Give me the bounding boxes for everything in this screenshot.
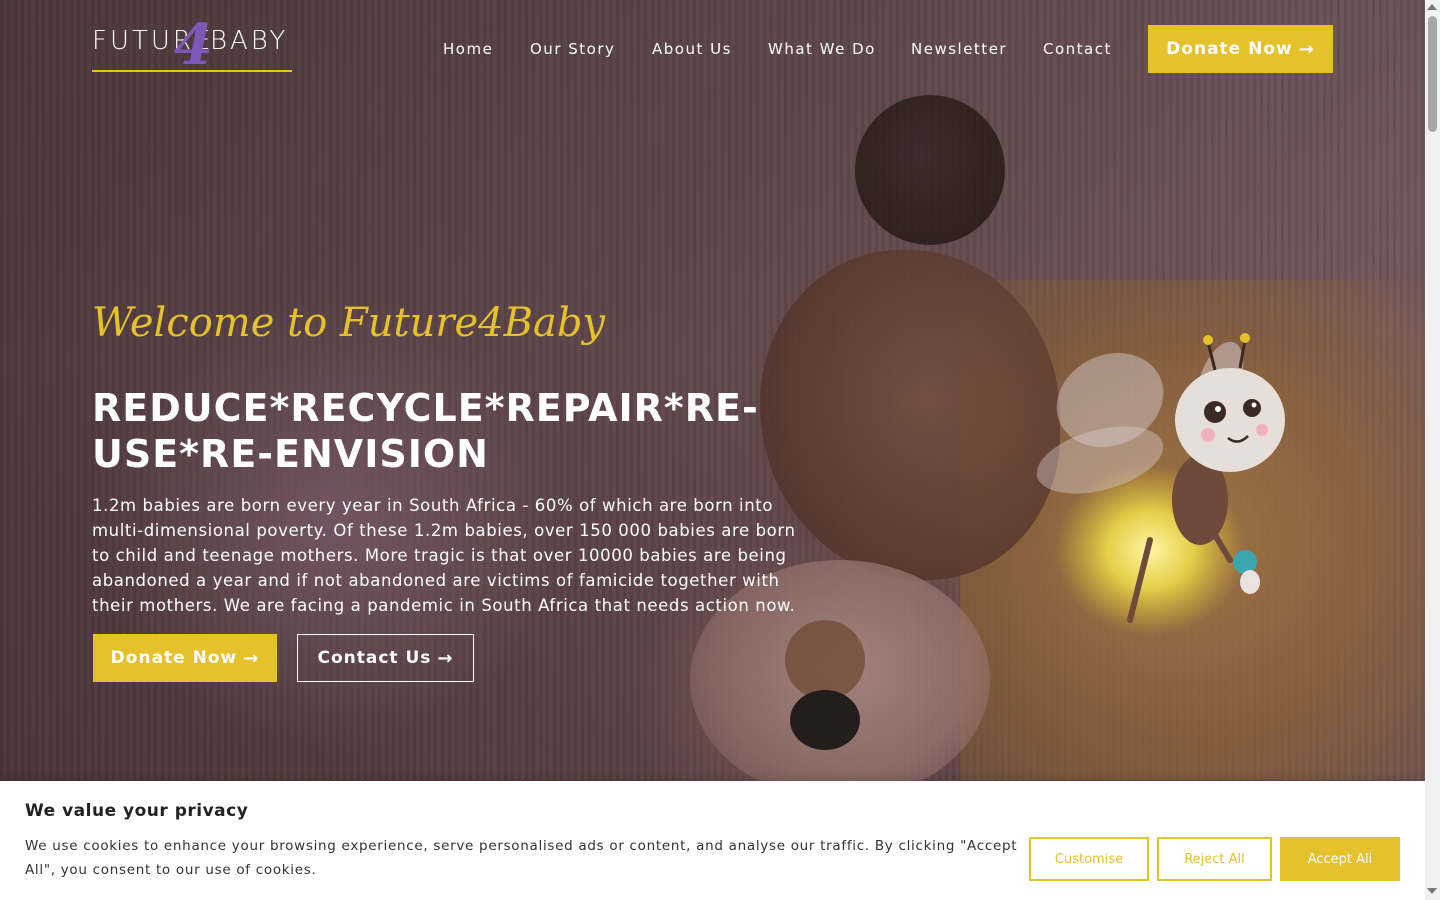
cookie-customise-button[interactable]: Customise	[1029, 837, 1149, 881]
header-donate-button[interactable]: Donate Now →	[1148, 25, 1333, 73]
logo-text-baby: BABY	[210, 26, 289, 56]
nav-contact[interactable]: Contact	[1043, 40, 1112, 58]
header-donate-label: Donate Now	[1166, 39, 1293, 59]
site-header: FUTURE 4 BABY Home Our Story About Us Wh…	[0, 0, 1425, 98]
scrollbar-thumb[interactable]	[1428, 16, 1437, 132]
hero-donate-button[interactable]: Donate Now →	[93, 634, 277, 682]
hero-intro-text: 1.2m babies are born every year in South…	[92, 496, 796, 615]
future4baby-logo[interactable]: FUTURE 4 BABY	[92, 12, 302, 80]
nav-newsletter[interactable]: Newsletter	[911, 40, 1007, 58]
logo-underline	[92, 70, 292, 72]
arrow-right-icon: →	[1298, 38, 1315, 60]
hero-donate-label: Donate Now	[110, 648, 238, 668]
nav-what-we-do[interactable]: What We Do	[768, 40, 876, 58]
page-scrollbar[interactable]	[1425, 0, 1440, 900]
cookie-reject-button[interactable]: Reject All	[1157, 837, 1272, 881]
cookie-text: We use cookies to enhance your browsing …	[25, 838, 1018, 878]
nav-our-story[interactable]: Our Story	[530, 40, 615, 58]
arrow-right-icon: →	[437, 647, 454, 669]
welcome-heading: Welcome to Future4Baby	[92, 300, 606, 346]
arrow-right-icon: →	[243, 647, 260, 669]
firefly-mascot-illustration	[1036, 333, 1285, 635]
nav-about-us[interactable]: About Us	[652, 40, 732, 58]
cookie-accept-button[interactable]: Accept All	[1280, 837, 1400, 881]
cookie-title: We value your privacy	[25, 801, 249, 821]
nav-home[interactable]: Home	[443, 40, 493, 58]
hero-headline: REDUCE*RECYCLE*REPAIR*RE-USE*RE-ENVISION	[92, 386, 759, 476]
scroll-up-arrow-icon[interactable]	[1427, 4, 1437, 10]
scroll-down-arrow-icon[interactable]	[1427, 888, 1437, 894]
cookie-consent-banner: We value your privacy We use cookies to …	[0, 781, 1425, 900]
hero-contact-button[interactable]: Contact Us →	[297, 634, 474, 682]
hero-contact-label: Contact Us	[317, 648, 432, 668]
logo-number: 4	[174, 12, 213, 78]
